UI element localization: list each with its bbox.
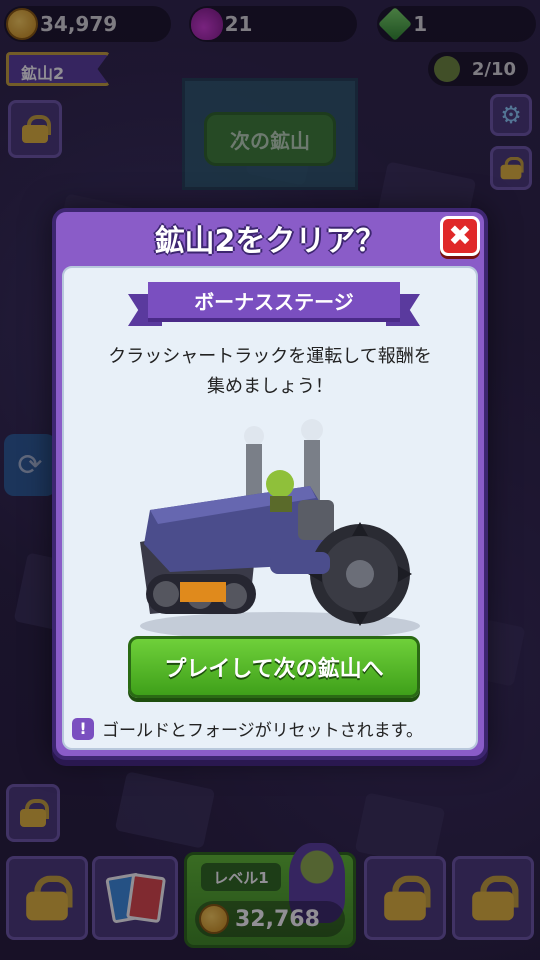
close-icon: ✖ bbox=[448, 219, 472, 252]
description-line-2: 集めましょう！ bbox=[207, 376, 333, 397]
warning-icon: ! bbox=[72, 717, 94, 740]
bonus-stage-ribbon: ボーナスステージ bbox=[128, 282, 420, 330]
dialog-body: ボーナスステージ クラッシャートラックを運転して報酬を 集めましょう！ プレイし… bbox=[62, 266, 478, 750]
clear-mine-dialog: 鉱山2をクリア？ ✖ ボーナスステージ クラッシャートラックを運転して報酬を 集… bbox=[52, 208, 488, 760]
close-button[interactable]: ✖ bbox=[440, 216, 480, 256]
reset-warning: ! ゴールドとフォージがリセットされます。 bbox=[72, 716, 423, 741]
play-next-mine-button[interactable]: プレイして次の鉱山へ bbox=[128, 636, 420, 698]
ribbon-label: ボーナスステージ bbox=[148, 282, 400, 322]
warning-text: ゴールドとフォージがリセットされます。 bbox=[102, 721, 423, 741]
crusher-truck-image bbox=[140, 419, 420, 640]
description-line-1: クラッシャートラックを運転して報酬を bbox=[108, 346, 432, 367]
dialog-description: クラッシャートラックを運転して報酬を 集めましょう！ bbox=[74, 342, 466, 402]
dialog-title: 鉱山2をクリア？ bbox=[154, 224, 386, 259]
